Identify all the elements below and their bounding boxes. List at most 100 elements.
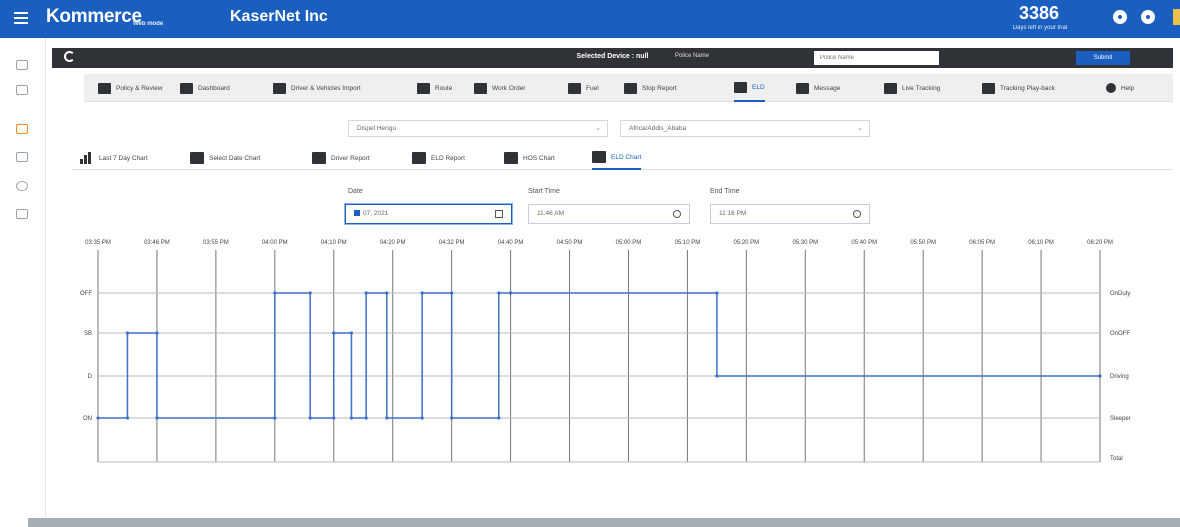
start-time-input[interactable]: 11:46 AM (528, 204, 690, 224)
tab-eld-report[interactable]: ELD Report (412, 146, 465, 170)
tab-label: Driver & Vehicles Import (291, 84, 361, 92)
date-input[interactable]: 07, 2021 (345, 204, 512, 224)
module-tabs: Policy & Review Dashboard Driver & Vehic… (84, 74, 1173, 102)
calendar-icon[interactable] (495, 210, 503, 218)
y-label: ON (83, 416, 92, 422)
report-icon (412, 152, 426, 164)
tab-route[interactable]: Route (417, 74, 452, 102)
import-icon (273, 82, 286, 94)
menu-icon[interactable] (14, 12, 28, 24)
tab-driver-report[interactable]: Driver Report (312, 146, 370, 170)
brand-subtitle: Web mode (133, 21, 164, 27)
tab-label: Policy & Review (116, 84, 163, 92)
tab-last-7-day-chart[interactable]: Last 7 Day Chart (80, 146, 148, 170)
x-tick-label: 04:20 PM (380, 240, 406, 246)
account-icon[interactable] (1113, 10, 1127, 24)
fuel-icon (568, 82, 581, 94)
end-time-input[interactable]: 11:16 PM (710, 204, 870, 224)
tab-message[interactable]: Message (796, 74, 840, 102)
status-point (308, 416, 312, 420)
grid-icon[interactable] (16, 60, 28, 70)
selected-device-label: Selected Device : null (576, 53, 649, 60)
x-tick-label: 03:46 PM (144, 240, 170, 246)
tab-hos-chart[interactable]: HOS Chart (504, 146, 555, 170)
company-name: KaserNet Inc (230, 8, 328, 25)
horizontal-scrollbar[interactable] (28, 518, 1180, 527)
status-point (508, 291, 513, 295)
tab-label: Stop Report (642, 84, 677, 92)
x-tick-label: 04:40 PM (498, 240, 524, 246)
tab-label: Route (435, 84, 453, 92)
y-label: OFF (80, 291, 92, 297)
display-icon[interactable] (16, 85, 28, 95)
status-point (497, 416, 501, 420)
dashboard-icon (180, 82, 193, 94)
x-tick-label: 04:00 PM (262, 240, 288, 246)
trial-days-count: 3386 (1018, 3, 1060, 23)
tab-policy-review[interactable]: Policy & Review (98, 74, 163, 102)
status-point (420, 416, 424, 420)
tab-label: Dashboard (198, 84, 230, 92)
x-tick-label: 03:35 PM (85, 240, 111, 246)
driver-select[interactable]: Dispel Hengu ⌄ (348, 120, 608, 137)
calendar-icon (190, 152, 204, 164)
report-icon (312, 152, 326, 164)
clock-icon[interactable] (853, 210, 861, 218)
work-order-icon (474, 82, 487, 94)
tab-label: Driver Report (331, 154, 370, 162)
right-label: OnDuty (1110, 291, 1130, 297)
status-point (308, 291, 312, 295)
chart-sub-tabs: Last 7 Day Chart Select Date Chart Drive… (72, 146, 1173, 170)
eld-icon (592, 151, 606, 163)
bar-chart-icon (80, 152, 94, 164)
status-point (420, 291, 424, 295)
settings-icon[interactable] (1141, 10, 1155, 24)
route-icon (417, 82, 430, 94)
tab-label: Fuel (586, 84, 599, 92)
status-point (125, 331, 130, 335)
tab-label: Work Order (492, 84, 526, 92)
list-icon[interactable] (16, 152, 28, 162)
end-time-value: 11:16 PM (719, 210, 747, 217)
driver-select-value: Dispel Hengu (357, 125, 397, 132)
tab-stop-report[interactable]: Stop Report (624, 74, 677, 102)
gear-icon[interactable] (16, 181, 28, 191)
right-label: Sleeper (1110, 416, 1131, 422)
start-time-value: 11:46 AM (537, 210, 564, 217)
tab-tracking-playback[interactable]: Tracking Play-back (982, 74, 1055, 102)
status-point (125, 416, 130, 420)
submit-button[interactable]: Submit (1076, 51, 1130, 65)
top-header: Kommerce Web mode KaserNet Inc 3386 Days… (0, 0, 1180, 38)
tab-label: HOS Chart (523, 154, 555, 162)
end-time-label: End Time (710, 188, 740, 195)
user-avatar-icon[interactable] (1173, 9, 1180, 25)
brand-logo[interactable]: Kommerce (46, 6, 142, 28)
x-tick-label: 05:20 PM (734, 240, 760, 246)
eld-icon[interactable] (16, 124, 28, 134)
x-tick-label: 05:10 PM (675, 240, 701, 246)
tab-eld-chart[interactable]: ELD Chart (592, 146, 642, 170)
tab-help[interactable]: Help (1106, 74, 1134, 102)
tab-live-tracking[interactable]: Live Tracking (884, 74, 940, 102)
status-point (450, 291, 454, 295)
document-icon[interactable] (16, 209, 28, 219)
police-name-label: Police Name (675, 53, 710, 59)
status-point (349, 416, 354, 420)
y-label: D (88, 374, 93, 380)
right-label: OnOFF (1110, 331, 1130, 337)
tab-driver-vehicles-import[interactable]: Driver & Vehicles Import (273, 74, 361, 102)
tab-label: Last 7 Day Chart (99, 154, 148, 162)
tab-select-date-chart[interactable]: Select Date Chart (190, 146, 260, 170)
app-root: Kommerce Web mode KaserNet Inc 3386 Days… (0, 0, 1180, 527)
police-name-input[interactable] (814, 51, 939, 65)
clock-icon[interactable] (673, 210, 681, 218)
tab-eld[interactable]: ELD (734, 74, 765, 102)
trial-days-text: Days left in your trial (1012, 25, 1068, 31)
status-point (715, 291, 719, 295)
tab-work-order[interactable]: Work Order (474, 74, 525, 102)
timezone-select[interactable]: Africa/Addis_Ababa ⌄ (620, 120, 870, 137)
tab-fuel[interactable]: Fuel (568, 74, 599, 102)
tab-dashboard[interactable]: Dashboard (180, 74, 230, 102)
x-tick-label: 04:50 PM (557, 240, 583, 246)
status-point (273, 291, 277, 295)
